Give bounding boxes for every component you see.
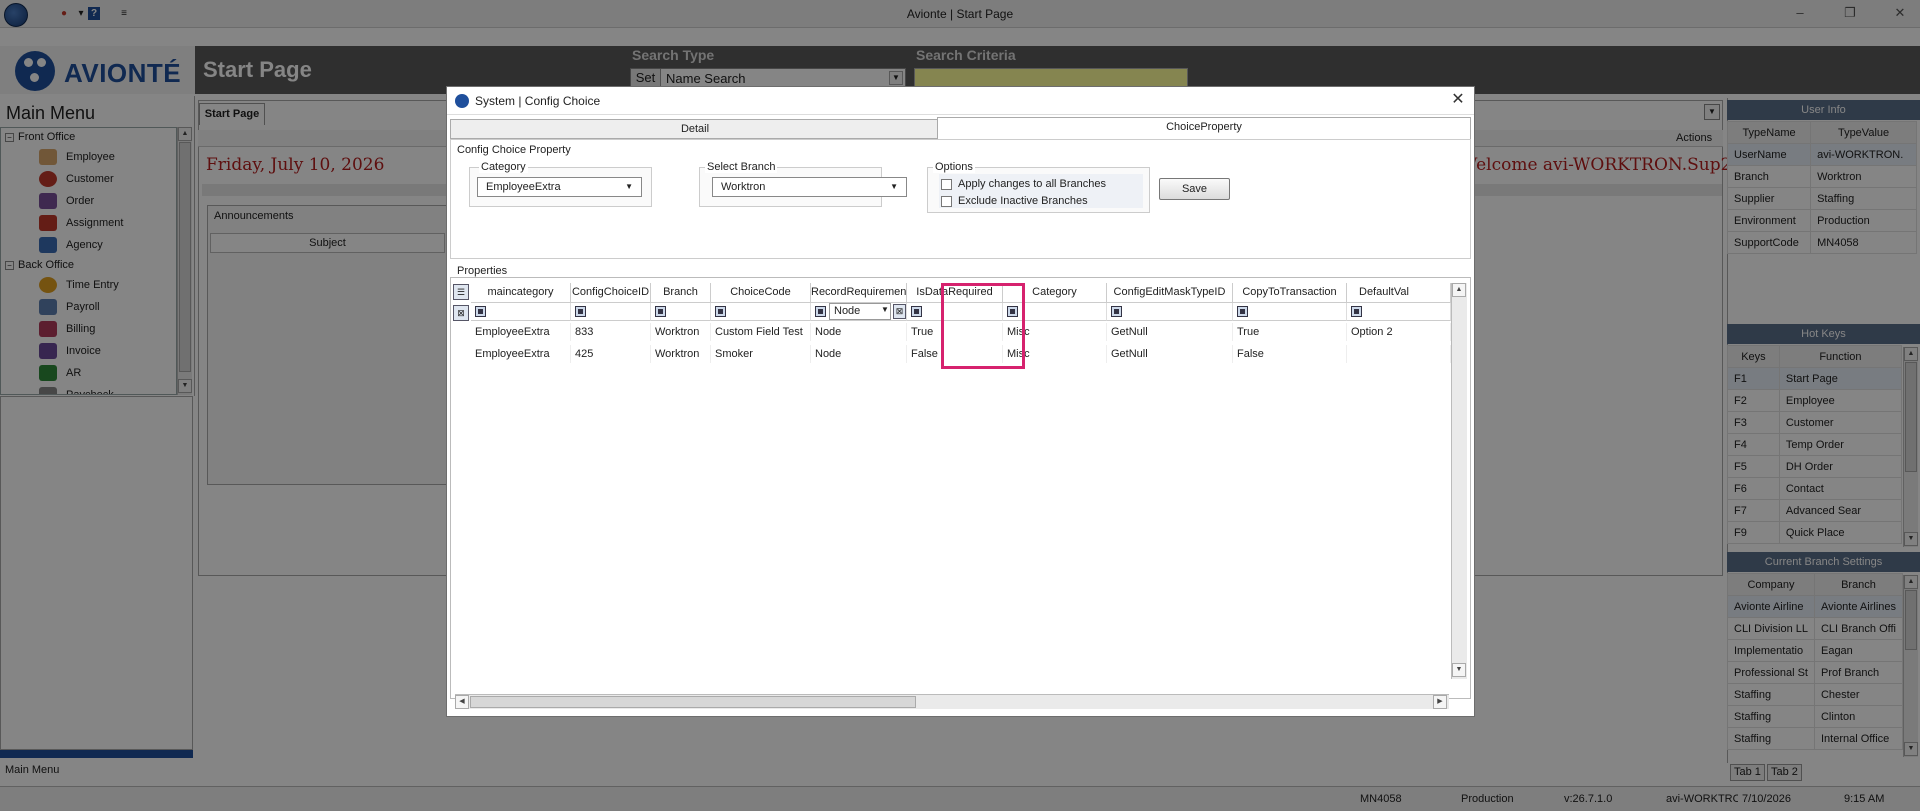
chevron-down-icon[interactable]: ▼ (625, 182, 633, 191)
scroll-up-icon[interactable]: ▲ (1452, 283, 1466, 297)
clear-filter-icon[interactable]: ⊠ (453, 305, 469, 321)
chevron-down-icon[interactable]: ▼ (890, 182, 898, 191)
cell-choicecode[interactable]: Smoker (711, 345, 811, 363)
column-chooser-icon[interactable]: ☰ (453, 284, 469, 300)
apply-all-branches-label: Apply changes to all Branches (958, 178, 1106, 190)
dialog-title: System | Config Choice (475, 94, 601, 108)
exclude-inactive-branches-label: Exclude Inactive Branches (958, 195, 1088, 207)
section-title: Config Choice Property (457, 144, 571, 156)
column-header-choicecode[interactable]: ChoiceCode (711, 283, 811, 303)
cell-configchoiceid[interactable]: 425 (571, 345, 651, 363)
filter-cell[interactable] (1347, 303, 1451, 321)
cell-recordrequirement[interactable]: Node (811, 323, 907, 341)
filter-cell[interactable] (651, 303, 711, 321)
cell-configeditmasktypeid[interactable]: GetNull (1107, 323, 1233, 341)
column-header-configchoiceid[interactable]: ConfigChoiceID (571, 283, 651, 303)
filter-cell[interactable] (571, 303, 651, 321)
config-choice-dialog: System | Config Choice ✕ Detail ChoicePr… (446, 86, 1475, 717)
cell-copytotransaction[interactable]: True (1233, 323, 1347, 341)
chevron-down-icon[interactable]: ▼ (881, 305, 889, 314)
properties-label: Properties (457, 265, 508, 277)
record-requirement-filter[interactable]: Node ▼ ⊠ (811, 303, 907, 321)
grid-vertical-scrollbar[interactable]: ▲ ▼ (1451, 283, 1467, 679)
filter-cell[interactable] (1107, 303, 1233, 321)
column-header-recordrequirement[interactable]: RecordRequirement (811, 283, 907, 303)
cell-recordrequirement[interactable]: Node (811, 345, 907, 363)
clear-filter-icon[interactable]: ⊠ (893, 304, 906, 319)
cell-copytotransaction[interactable]: False (1233, 345, 1347, 363)
cell-defaultval[interactable] (1347, 345, 1451, 363)
category-select[interactable]: EmployeeExtra ▼ (477, 177, 642, 197)
cell-maincategory[interactable]: EmployeeExtra (471, 323, 571, 341)
tab-choice-property[interactable]: ChoiceProperty (937, 117, 1471, 139)
cell-configchoiceid[interactable]: 833 (571, 323, 651, 341)
column-header-defaultval[interactable]: DefaultVal (1347, 283, 1451, 303)
scroll-down-icon[interactable]: ▼ (1452, 663, 1466, 677)
tab-detail[interactable]: Detail (450, 119, 940, 139)
options-label: Options (933, 161, 975, 173)
category-label: Category (479, 161, 528, 173)
column-header-branch[interactable]: Branch (651, 283, 711, 303)
scroll-thumb[interactable] (470, 696, 916, 708)
isdatarequired-highlight (941, 283, 1025, 369)
scroll-right-icon[interactable]: ▶ (1433, 695, 1447, 709)
cell-defaultval[interactable]: Option 2 (1347, 323, 1451, 341)
cell-branch[interactable]: Worktron (651, 323, 711, 341)
column-header-configeditmasktypeid[interactable]: ConfigEditMaskTypeID (1107, 283, 1233, 303)
dialog-title-bar: System | Config Choice ✕ (447, 87, 1474, 115)
cell-branch[interactable]: Worktron (651, 345, 711, 363)
filter-cell[interactable] (711, 303, 811, 321)
branch-select[interactable]: Worktron ▼ (712, 177, 907, 197)
filter-cell[interactable] (1233, 303, 1347, 321)
scroll-left-icon[interactable]: ◀ (455, 695, 469, 709)
save-button[interactable]: Save (1159, 178, 1230, 200)
cell-configeditmasktypeid[interactable]: GetNull (1107, 345, 1233, 363)
filter-cell[interactable] (471, 303, 571, 321)
apply-all-branches-checkbox[interactable] (941, 179, 952, 190)
cell-maincategory[interactable]: EmployeeExtra (471, 345, 571, 363)
exclude-inactive-branches-checkbox[interactable] (941, 196, 952, 207)
branch-label: Select Branch (705, 161, 778, 173)
avionte-logo-icon (455, 94, 469, 108)
column-header-maincategory[interactable]: maincategory (471, 283, 571, 303)
column-header-copytotransaction[interactable]: CopyToTransaction (1233, 283, 1347, 303)
cell-choicecode[interactable]: Custom Field Test (711, 323, 811, 341)
close-icon[interactable]: ✕ (1448, 90, 1468, 110)
grid-horizontal-scrollbar[interactable]: ◀ ▶ (455, 694, 1449, 709)
